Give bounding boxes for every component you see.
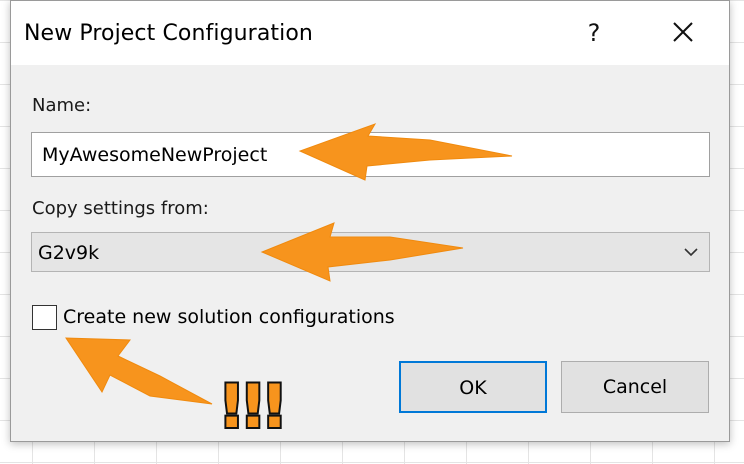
name-input[interactable] [31, 132, 710, 177]
create-solution-configurations-checkbox[interactable] [32, 305, 57, 330]
new-project-configuration-dialog: New Project Configuration ? Name: Copy s… [10, 0, 730, 442]
close-button[interactable] [663, 15, 703, 51]
title-bar: New Project Configuration ? [11, 1, 729, 65]
copy-settings-label: Copy settings from: [32, 198, 209, 219]
cancel-button[interactable]: Cancel [561, 361, 709, 413]
dialog-title: New Project Configuration [24, 21, 313, 46]
ok-button[interactable]: OK [399, 361, 547, 413]
name-label: Name: [32, 95, 92, 116]
chevron-down-icon [684, 248, 698, 257]
create-solution-configurations-label[interactable]: Create new solution configurations [63, 306, 395, 328]
close-icon [673, 22, 693, 42]
copy-settings-dropdown[interactable]: G2v9k [31, 232, 710, 272]
copy-settings-selected-value: G2v9k [38, 242, 100, 264]
help-button[interactable]: ? [576, 15, 612, 51]
